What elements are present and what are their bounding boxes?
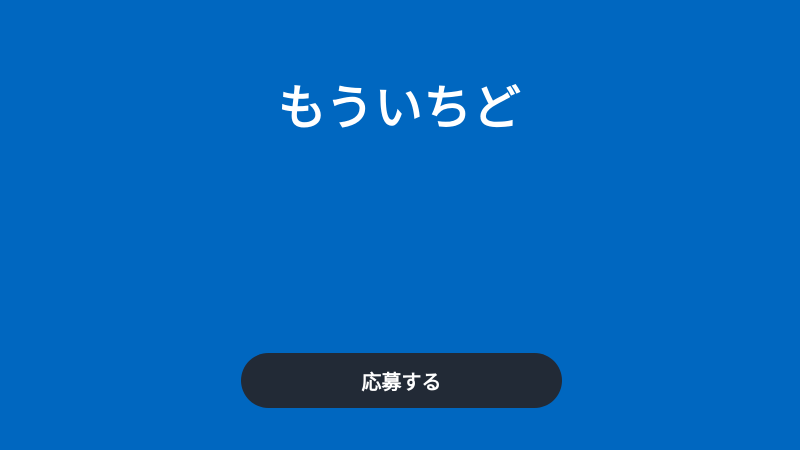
page-title: もういちど — [278, 80, 522, 136]
apply-button[interactable]: 応募する — [241, 353, 562, 408]
main-screen: もういちど 応募する — [0, 0, 800, 450]
